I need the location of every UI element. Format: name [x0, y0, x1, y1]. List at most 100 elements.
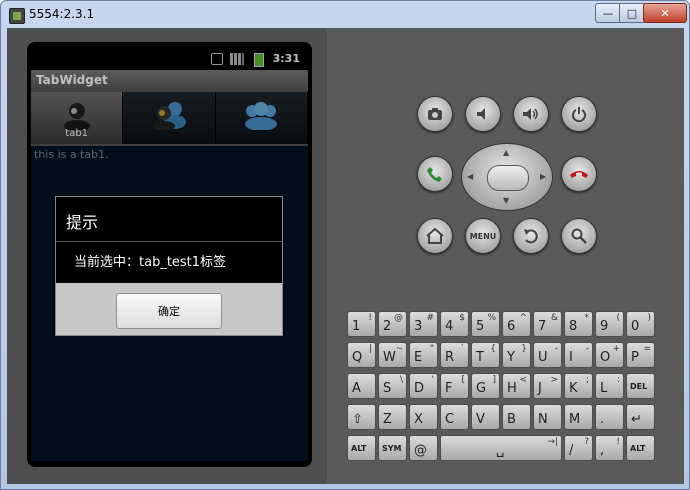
key[interactable]: 5%: [471, 311, 500, 337]
menu-button[interactable]: MENU: [465, 218, 501, 254]
dialog-title: 提示: [66, 213, 99, 232]
dpad-right-icon[interactable]: ▶: [540, 172, 546, 181]
key-label: P: [631, 350, 639, 365]
key[interactable]: ,!: [595, 435, 624, 461]
key-label: N: [538, 412, 548, 427]
control-panel: ▲ ▼ ◀ ▶ MENU 1! 2 @3 #4 $5% 6 ^ 7 & 8 * 9(0) Q | W ~ E " R…: [329, 28, 684, 484]
key[interactable]: F[: [440, 373, 469, 399]
key-label: K: [569, 381, 578, 396]
key-alt-label: !: [616, 437, 620, 447]
key[interactable]: 9(: [595, 311, 624, 337]
dpad-left-icon[interactable]: ◀: [467, 172, 473, 181]
key[interactable]: V: [471, 404, 500, 430]
key[interactable]: 7 &: [533, 311, 562, 337]
dpad-center-button[interactable]: [487, 165, 529, 191]
key[interactable]: DEL: [626, 373, 655, 399]
key[interactable]: I-: [564, 342, 593, 368]
key[interactable]: L:: [595, 373, 624, 399]
key-alt-label: ;: [585, 375, 589, 385]
app-icon: [9, 8, 25, 24]
key[interactable]: /?: [564, 435, 593, 461]
key[interactable]: 6 ^: [502, 311, 531, 337]
key-alt-label: ]: [492, 375, 496, 385]
key[interactable]: 0): [626, 311, 655, 337]
volume-down-icon: [477, 108, 485, 120]
power-icon: [572, 107, 586, 122]
key[interactable]: 4 $: [440, 311, 469, 337]
key[interactable]: J >: [533, 373, 562, 399]
key[interactable]: ↵: [626, 404, 655, 430]
key-alt-label: }: [521, 344, 527, 354]
key[interactable]: S \: [378, 373, 407, 399]
key-label: ␣: [496, 443, 505, 458]
key[interactable]: .: [595, 404, 624, 430]
key[interactable]: B: [502, 404, 531, 430]
key[interactable]: O +: [595, 342, 624, 368]
call-button[interactable]: [417, 156, 453, 192]
emulator-client: 3:31 TabWidget tab1 this is a tab1. 提示 当…: [7, 28, 684, 484]
key[interactable]: 8 *: [564, 311, 593, 337]
key[interactable]: E ": [409, 342, 438, 368]
search-button[interactable]: [561, 218, 597, 254]
dialog-button-bar: 确定: [56, 283, 282, 335]
key-label: L: [600, 381, 608, 396]
key[interactable]: ⇧: [347, 404, 376, 430]
key[interactable]: R `: [440, 342, 469, 368]
volume-down-button[interactable]: [465, 96, 501, 132]
key[interactable]: 1!: [347, 311, 376, 337]
dpad-down-icon[interactable]: ▼: [503, 196, 509, 205]
key[interactable]: SYM: [378, 435, 407, 461]
key[interactable]: 3 #: [409, 311, 438, 337]
home-icon: [426, 228, 444, 244]
key[interactable]: M: [564, 404, 593, 430]
volume-up-button[interactable]: [513, 96, 549, 132]
close-button[interactable]: ✕: [643, 3, 687, 23]
key[interactable]: Q |: [347, 342, 376, 368]
key[interactable]: K;: [564, 373, 593, 399]
key[interactable]: ALT: [347, 435, 376, 461]
key[interactable]: C: [440, 404, 469, 430]
key-label: J: [538, 381, 542, 396]
key-label: D: [414, 381, 425, 396]
camera-button[interactable]: [417, 96, 453, 132]
space-key[interactable]: ␣ →|: [440, 435, 562, 461]
key[interactable]: N: [533, 404, 562, 430]
dpad[interactable]: ▲ ▼ ◀ ▶: [461, 143, 553, 211]
home-button[interactable]: [417, 218, 453, 254]
key[interactable]: T{: [471, 342, 500, 368]
key-alt-label: \: [399, 375, 403, 385]
end-call-icon: [570, 171, 588, 178]
key[interactable]: D ': [409, 373, 438, 399]
key[interactable]: W ~: [378, 342, 407, 368]
maximize-button[interactable]: □: [619, 3, 645, 23]
volume-up-icon: [523, 108, 538, 120]
key-label: Y: [507, 350, 515, 365]
key[interactable]: P =: [626, 342, 655, 368]
minimize-button[interactable]: —: [595, 3, 621, 23]
key[interactable]: G]: [471, 373, 500, 399]
key-alt-label: {: [490, 344, 496, 354]
key[interactable]: U-: [533, 342, 562, 368]
power-button[interactable]: [561, 96, 597, 132]
key[interactable]: Z: [378, 404, 407, 430]
ok-button[interactable]: 确定: [116, 293, 222, 329]
key[interactable]: ALT: [626, 435, 655, 461]
key-alt-label: @: [394, 313, 403, 323]
back-button[interactable]: [513, 218, 549, 254]
key-label: ALT: [630, 444, 646, 453]
key-label: V: [476, 412, 485, 427]
key[interactable]: Y}: [502, 342, 531, 368]
dpad-up-icon[interactable]: ▲: [503, 148, 509, 157]
device-screen[interactable]: 3:31 TabWidget tab1 this is a tab1. 提示 当…: [31, 48, 308, 461]
key[interactable]: @: [409, 435, 438, 461]
key[interactable]: H <: [502, 373, 531, 399]
key-alt-label: ^: [519, 313, 527, 323]
key-alt-label: *: [584, 313, 590, 323]
title-bar[interactable]: 5554:2.3.1 — □ ✕: [1, 1, 689, 29]
end-call-button[interactable]: [561, 156, 597, 192]
key[interactable]: 2 @: [378, 311, 407, 337]
key-label: G: [476, 381, 487, 396]
key[interactable]: A: [347, 373, 376, 399]
key[interactable]: X: [409, 404, 438, 430]
phone-frame: 3:31 TabWidget tab1 this is a tab1. 提示 当…: [7, 28, 327, 484]
